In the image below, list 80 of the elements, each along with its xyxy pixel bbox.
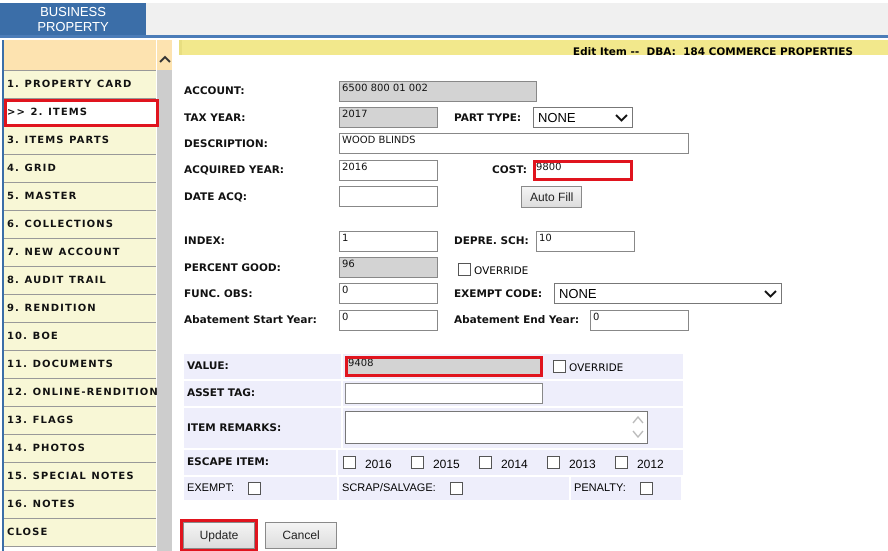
sidebar-item[interactable]: 6. COLLECTIONS — [4, 211, 156, 239]
sidebar-item[interactable]: 16. NOTES — [4, 491, 156, 519]
chevron-down-icon — [764, 290, 777, 298]
scroll-up-icon[interactable] — [158, 55, 170, 63]
input-field[interactable]: WOOD BLINDS — [339, 133, 689, 154]
sidebar-item[interactable]: 7. NEW ACCOUNT — [4, 239, 156, 267]
field-label: TAX YEAR: — [184, 112, 246, 124]
sidebar-item[interactable]: 1. PROPERTY CARD — [4, 71, 156, 99]
field-label: FUNC. OBS: — [184, 288, 254, 300]
sidebar-item[interactable]: 10. BOE — [4, 323, 156, 351]
checkbox-label: PENALTY: — [574, 482, 626, 494]
field-label: DEPRE. SCH: — [454, 235, 530, 248]
checkbox[interactable] — [343, 456, 356, 469]
text-area[interactable] — [345, 411, 648, 444]
dropdown[interactable]: NONE — [554, 283, 782, 304]
input-field[interactable] — [339, 186, 438, 208]
sidebar-item[interactable]: 13. FLAGS — [4, 407, 156, 435]
module-tab[interactable]: BUSINESS PROPERTY — [0, 3, 146, 35]
input-field[interactable]: 1 — [339, 230, 438, 252]
field-label: Abatement Start Year: — [184, 314, 318, 326]
field-label: Abatement End Year: — [454, 314, 580, 326]
field-label: INDEX: — [184, 235, 226, 248]
sidebar-item[interactable]: 12. ONLINE-RENDITION — [4, 379, 156, 407]
checkbox[interactable] — [458, 263, 471, 276]
input-field[interactable]: 0 — [590, 310, 689, 331]
checkbox[interactable] — [450, 482, 463, 495]
field-label: ASSET TAG: — [187, 387, 256, 400]
sidebar-item[interactable]: 15. SPECIAL NOTES — [4, 463, 156, 491]
scrollbar[interactable] — [157, 70, 172, 551]
sidebar-item[interactable]: 3. ITEMS PARTS — [4, 127, 156, 155]
input-field[interactable]: 2017 — [339, 107, 438, 128]
field-label: PERCENT GOOD: — [184, 262, 282, 274]
checkbox-label: OVERRIDE — [474, 265, 528, 278]
field-label: ESCAPE ITEM: — [187, 456, 269, 468]
sidebar-item[interactable]: 8. AUDIT TRAIL — [4, 267, 156, 295]
field-label: PART TYPE: — [454, 112, 522, 124]
input-field[interactable]: 10 — [536, 230, 635, 252]
checkbox-label: EXEMPT: — [187, 482, 234, 494]
checkbox-label: 2015 — [433, 457, 460, 472]
sidebar-item[interactable]: 11. DOCUMENTS — [4, 351, 156, 379]
input-field[interactable]: 2016 — [339, 160, 438, 181]
auto-fill-button[interactable]: Auto Fill — [521, 186, 582, 208]
input-field[interactable] — [345, 382, 543, 404]
checkbox[interactable] — [547, 456, 560, 469]
checkbox-label: OVERRIDE — [569, 362, 624, 374]
checkbox[interactable] — [479, 456, 492, 469]
dropdown[interactable]: NONE — [533, 107, 633, 128]
scroll-arrows-icon — [632, 414, 644, 440]
field-label: COST: — [491, 164, 527, 176]
checkbox[interactable] — [553, 360, 566, 373]
field-label: DATE ACQ: — [184, 190, 248, 203]
checkbox-label: 2014 — [501, 457, 528, 472]
form-button[interactable]: Update — [183, 522, 255, 549]
input-field[interactable]: 96 — [339, 257, 438, 278]
checkbox-label: SCRAP/SALVAGE: — [342, 482, 436, 494]
checkbox[interactable] — [411, 456, 424, 469]
sidebar-item[interactable]: 4. GRID — [4, 155, 156, 183]
sidebar-item[interactable]: CLOSE — [4, 519, 156, 547]
sidebar-item[interactable]: 5. MASTER — [4, 183, 156, 211]
sidebar-item[interactable]: 14. PHOTOS — [4, 435, 156, 463]
checkbox[interactable] — [640, 482, 653, 495]
field-label: ACQUIRED YEAR: — [184, 164, 286, 176]
checkbox-label: 2012 — [637, 457, 664, 472]
field-label: EXEMPT CODE: — [454, 288, 544, 300]
field-label: ITEM REMARKS: — [187, 422, 282, 434]
chevron-down-icon — [615, 114, 628, 122]
form-title: Edit Item -- DBA: 184 COMMERCE PROPERTIES — [572, 46, 853, 58]
field-label: ACCOUNT: — [184, 85, 246, 98]
checkbox[interactable] — [248, 482, 262, 495]
sidebar-item[interactable]: >> 2. ITEMS — [4, 99, 159, 127]
input-field[interactable]: 6500 800 01 002 — [339, 80, 537, 102]
form-button[interactable]: Cancel — [265, 522, 337, 549]
field-label: VALUE: — [187, 360, 229, 372]
checkbox-label: 2016 — [365, 457, 392, 472]
sidebar-item[interactable]: 9. RENDITION — [4, 295, 156, 323]
field-label: DESCRIPTION: — [184, 138, 269, 150]
checkbox-label: 2013 — [569, 457, 596, 472]
input-field[interactable]: 0 — [339, 283, 438, 304]
checkbox[interactable] — [615, 456, 628, 469]
input-field[interactable]: 0 — [339, 310, 438, 331]
